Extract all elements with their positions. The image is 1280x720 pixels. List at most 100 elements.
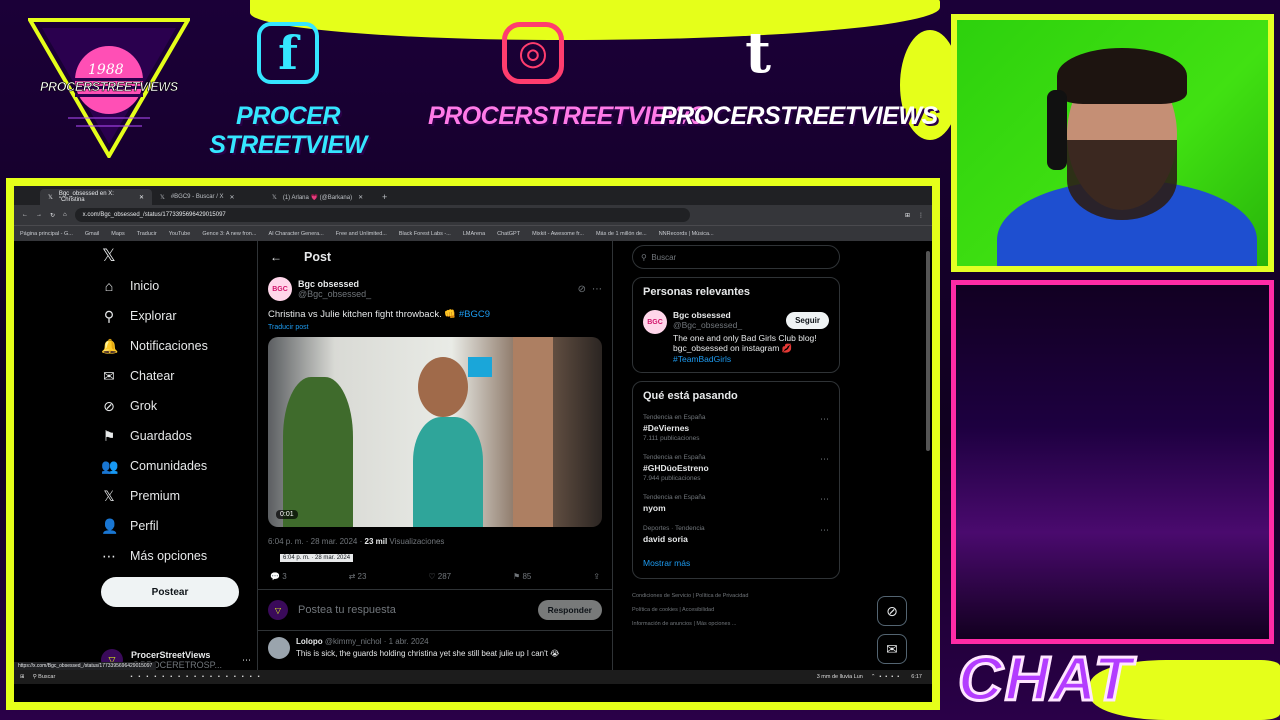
grok-icon: ⊘ bbox=[103, 397, 115, 414]
windows-start-icon[interactable]: ⊞ bbox=[20, 674, 25, 680]
webcam-frame bbox=[951, 14, 1274, 272]
video-player[interactable]: 0:01 bbox=[268, 337, 602, 527]
chat-panel bbox=[951, 280, 1274, 644]
nav-item-más-opciones[interactable]: ⋯ Más opciones bbox=[101, 541, 251, 571]
bookmark-item[interactable]: Gmail bbox=[85, 231, 99, 237]
nav-item-guardados[interactable]: ⚑ Guardados bbox=[101, 421, 251, 451]
url-field[interactable]: x.com/Bgc_obsessed_/status/1773395696429… bbox=[74, 208, 690, 222]
repost-action[interactable]: ⇄ 23 bbox=[349, 572, 367, 581]
nav-item-explorar[interactable]: ⚲ Explorar bbox=[101, 301, 251, 331]
hashtag-link[interactable]: #BGC9 bbox=[459, 309, 490, 320]
bookmark-item[interactable]: Free and Unlimited... bbox=[336, 231, 387, 237]
bookmark-item[interactable]: Black Forest Labs -... bbox=[399, 231, 451, 237]
nav-item-inicio[interactable]: ⌂ Inicio bbox=[101, 271, 251, 301]
post-timestamp[interactable]: 6:04 p. m. · 28 mar. 2024 bbox=[268, 537, 357, 546]
grok-icon[interactable]: ⊘ bbox=[578, 284, 586, 295]
profile-icon: 👤 bbox=[101, 517, 119, 534]
trend-item[interactable]: Tendencia en España #DeViernes 7.111 publi… bbox=[643, 414, 829, 442]
bookmark-item[interactable]: LMArena bbox=[463, 231, 485, 237]
more-icon[interactable]: ⋯ bbox=[820, 414, 829, 425]
trend-count: 7.944 publicaciones bbox=[643, 475, 701, 482]
reply-button[interactable]: Responder bbox=[537, 600, 602, 620]
bookmark-item[interactable]: Más de 1 millón de... bbox=[596, 231, 647, 237]
nav-item-label: Grok bbox=[130, 399, 158, 413]
bookmark-item[interactable]: ChatGPT bbox=[497, 231, 520, 237]
communities-icon: 👥 bbox=[101, 457, 119, 474]
avatar[interactable]: BGC bbox=[268, 277, 292, 301]
reply-input[interactable]: Postea tu respuesta bbox=[298, 604, 396, 616]
more-icon[interactable]: ⋯ bbox=[820, 454, 829, 465]
trend-item[interactable]: Tendencia en España #GHDúoEstreno 7.944 pu… bbox=[643, 454, 829, 482]
tab-profile[interactable]: 𝕏 (1) Arlana 💗 (@Barkana) ✕ bbox=[264, 189, 376, 205]
post-button[interactable]: Postear bbox=[101, 577, 239, 607]
close-icon[interactable]: ✕ bbox=[139, 194, 144, 201]
more-icon[interactable]: ⋯ bbox=[242, 655, 251, 666]
tab-search[interactable]: 𝕏 #BGC9 - Buscar / X ✕ bbox=[152, 189, 264, 205]
footer-links-2[interactable]: Política de cookies | Accesibilidad bbox=[632, 603, 840, 617]
relevant-handle[interactable]: @Bgc_obsessed_ bbox=[673, 320, 742, 330]
close-icon[interactable]: ✕ bbox=[358, 194, 363, 201]
extensions-icon[interactable]: ⊞ bbox=[905, 212, 910, 219]
search-input[interactable]: ⚲ Buscar bbox=[632, 245, 840, 269]
bookmark-item[interactable]: NNRecords | Música... bbox=[659, 231, 714, 237]
footer-links-3[interactable]: Información de anuncios | Más opciones .… bbox=[632, 617, 840, 631]
bio-hashtag[interactable]: #TeamBadGirls bbox=[673, 354, 829, 364]
trend-name: #GHDúoEstreno bbox=[643, 463, 709, 473]
weather-widget[interactable]: 3 mm de lluvia Lun bbox=[817, 674, 863, 680]
nav-item-comunidades[interactable]: 👥 Comunidades bbox=[101, 451, 251, 481]
follow-button[interactable]: Seguir bbox=[786, 311, 829, 329]
menu-icon[interactable]: ⋮ bbox=[918, 212, 924, 219]
home-icon[interactable]: ⌂ bbox=[63, 212, 67, 218]
nav-item-notificaciones[interactable]: 🔔 Notificaciones bbox=[101, 331, 251, 361]
more-icon[interactable]: ⋯ bbox=[592, 284, 602, 295]
new-tab-icon[interactable]: + bbox=[376, 192, 393, 205]
translate-link[interactable]: Traducir post bbox=[258, 320, 612, 331]
clock[interactable]: 6:17 bbox=[911, 674, 932, 680]
repost-icon: ⇄ bbox=[348, 572, 356, 581]
tumblr-icon: t bbox=[745, 20, 771, 86]
tab-active[interactable]: 𝕏 Bgc_obsessed en X: "Christina ✕ bbox=[40, 189, 152, 205]
reply-handle[interactable]: @kimmy_nichol bbox=[325, 637, 382, 646]
author-name[interactable]: Bgc obsessed bbox=[298, 279, 371, 289]
reload-icon[interactable]: ↻ bbox=[50, 212, 55, 219]
nav-item-grok[interactable]: ⊘ Grok bbox=[101, 391, 251, 421]
nav-item-premium[interactable]: 𝕏 Premium bbox=[101, 481, 251, 511]
show-more-link[interactable]: Mostrar más bbox=[643, 558, 829, 568]
bookmark-item[interactable]: Gence 3: A new fron... bbox=[202, 231, 256, 237]
reply-author[interactable]: Lolopo bbox=[296, 637, 323, 646]
messages-fab-button[interactable]: ✉ bbox=[877, 634, 907, 664]
nav-item-perfil[interactable]: 👤 Perfil bbox=[101, 511, 251, 541]
nav-item-chatear[interactable]: ✉ Chatear bbox=[101, 361, 251, 391]
taskbar-search[interactable]: ⚲ Buscar bbox=[33, 674, 123, 680]
footer-links-1[interactable]: Condiciones de Servicio | Política de Pr… bbox=[632, 589, 840, 603]
close-icon[interactable]: ✕ bbox=[230, 194, 235, 201]
reply-item[interactable]: Lolopo @kimmy_nichol · 1 abr. 2024 This … bbox=[258, 631, 612, 665]
nav-item-label: Chatear bbox=[130, 369, 175, 383]
more-icon[interactable]: ⋯ bbox=[820, 525, 829, 536]
scrollbar[interactable] bbox=[926, 251, 930, 451]
x-page: 𝕏 ⌂ Inicio ⚲ Explorar 🔔 Notificaciones ✉ Chatea… bbox=[14, 241, 932, 684]
grok-fab-button[interactable]: ⊘ bbox=[877, 596, 907, 626]
share-icon[interactable]: ⇪ bbox=[593, 572, 600, 581]
bookmark-item[interactable]: Mixkit - Awesome fr... bbox=[532, 231, 584, 237]
trend-item[interactable]: Deportes · Tendencia david soria ⋯ bbox=[643, 525, 829, 544]
trending-title: Qué está pasando bbox=[643, 390, 738, 402]
relevant-name[interactable]: Bgc obsessed bbox=[673, 310, 742, 320]
bookmarks-bar: Página principal - G... Gmail Maps Traducir… bbox=[14, 225, 932, 241]
bookmark-item[interactable]: YouTube bbox=[169, 231, 191, 237]
bookmark-item[interactable]: Maps bbox=[111, 231, 124, 237]
bookmark-item[interactable]: AI Character Genera... bbox=[268, 231, 323, 237]
bookmark-action[interactable]: ⚑ 85 bbox=[513, 572, 531, 581]
back-icon[interactable]: ← bbox=[22, 212, 28, 218]
x-logo-icon[interactable]: 𝕏 bbox=[101, 241, 251, 271]
author-handle[interactable]: @Bgc_obsessed_ bbox=[298, 289, 371, 299]
trend-item[interactable]: Tendencia en España nyom ⋯ bbox=[643, 494, 829, 513]
bookmark-item[interactable]: Página principal - G... bbox=[20, 231, 73, 237]
like-action[interactable]: ♡ 287 bbox=[428, 572, 451, 581]
more-icon[interactable]: ⋯ bbox=[820, 494, 829, 505]
back-arrow-icon[interactable]: ← bbox=[270, 250, 282, 264]
reply-action[interactable]: 💬 3 bbox=[270, 572, 287, 581]
bookmark-item[interactable]: Traducir bbox=[137, 231, 157, 237]
forward-icon[interactable]: → bbox=[36, 212, 42, 218]
avatar[interactable]: BGC bbox=[643, 310, 667, 334]
